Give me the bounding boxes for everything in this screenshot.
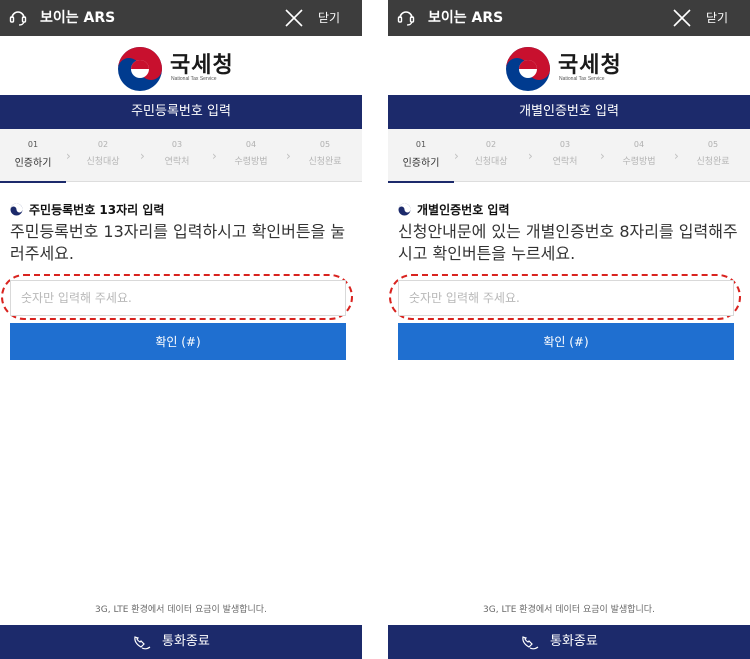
step-number: 02 [97,140,109,149]
headset-icon [397,11,415,26]
step-2: 02 신청대상 [74,129,132,182]
logo-subtitle: National Tax Service [171,76,217,82]
data-charge-notice: 3G, LTE 환경에서 데이터 요금이 발생합니다. [483,605,655,615]
chevron-right-icon: › [66,149,71,163]
step-3: 03 연락처 [536,129,594,182]
page-title: 주민등록번호 입력 [0,95,362,129]
step-3: 03 연락처 [148,129,206,182]
step-number: 05 [707,140,719,149]
confirm-button[interactable]: 확인 (#) [10,323,346,360]
government-emblem-icon [506,47,550,91]
chevron-right-icon: › [140,149,145,163]
step-indicator: 01 인증하기 › 02 신청대상 › 03 연락처 › 04 수령방법 › 0… [388,129,750,183]
step-2: 02 신청대상 [462,129,520,182]
page-title: 개별인증번호 입력 [388,95,750,129]
ars-screen-right: 보이는 ARS 닫기 국세청 National Tax Service 개별인증… [388,0,750,659]
confirm-button[interactable]: 확인 (#) [398,323,734,360]
step-number: 01 [27,140,39,149]
end-call-button[interactable]: 통화종료 [388,625,750,659]
logo-area: 국세청 National Tax Service [388,36,750,95]
data-charge-notice: 3G, LTE 환경에서 데이터 요금이 발생합니다. [95,605,267,615]
section-heading: 개별인증번호 입력 [398,201,743,217]
active-step-underline [0,181,66,183]
number-input[interactable] [398,280,734,316]
chevron-right-icon: › [286,149,291,163]
step-label: 수령방법 [622,157,656,167]
step-number: 04 [245,140,257,149]
step-1: 01 인증하기 [388,129,454,183]
heading-text: 개별인증번호 입력 [417,203,510,217]
chevron-right-icon: › [528,149,533,163]
chevron-right-icon: › [212,149,217,163]
active-step-underline [388,181,454,183]
instruction-text: 주민등록번호 13자리를 입력하시고 확인버튼을 눌러주세요. [10,222,346,263]
ars-screen-left: 보이는 ARS 닫기 국세청 National Tax Service 주민등록… [0,0,362,659]
step-label: 연락처 [164,157,190,167]
close-icon[interactable] [671,7,693,29]
step-number: 03 [559,140,571,149]
step-1: 01 인증하기 [0,129,66,183]
step-5: 05 신청완료 [294,129,356,182]
step-label: 신청완료 [696,157,730,167]
close-icon[interactable] [283,7,305,29]
top-bar: 보이는 ARS 닫기 [0,0,362,36]
top-bar: 보이는 ARS 닫기 [388,0,750,36]
instruction-text: 신청안내문에 있는 개별인증번호 8자리를 입력해주시고 확인버튼을 누르세요. [398,222,738,263]
section-heading: 주민등록번호 13자리 입력 [10,201,355,217]
chevron-right-icon: › [674,149,679,163]
step-label: 연락처 [552,157,578,167]
app-title: 보이는 ARS [40,10,116,26]
end-call-icon [522,636,539,650]
heading-text: 주민등록번호 13자리 입력 [29,203,165,217]
step-indicator: 01 인증하기 › 02 신청대상 › 03 연락처 › 04 수령방법 › 0… [0,129,362,183]
step-4: 04 수령방법 [220,129,282,182]
end-call-label: 통화종료 [162,634,210,649]
step-number: 05 [319,140,331,149]
logo-name: 국세청 [558,53,622,78]
end-call-button[interactable]: 통화종료 [0,625,362,659]
close-button[interactable]: 닫기 [318,0,340,36]
step-4: 04 수령방법 [608,129,670,182]
headset-icon [9,11,27,26]
step-label: 인증하기 [402,158,440,169]
chevron-right-icon: › [454,149,459,163]
government-emblem-icon [118,47,162,91]
step-label: 신청완료 [308,157,342,167]
step-number: 04 [633,140,645,149]
step-5: 05 신청완료 [682,129,744,182]
logo-area: 국세청 National Tax Service [0,36,362,95]
step-label: 신청대상 [86,157,120,167]
bullet-emblem-icon [10,203,23,216]
end-call-label: 통화종료 [550,634,598,649]
step-label: 수령방법 [234,157,268,167]
number-input[interactable] [10,280,346,316]
logo-subtitle: National Tax Service [559,76,605,82]
step-label: 인증하기 [14,158,52,169]
close-button[interactable]: 닫기 [706,0,728,36]
step-label: 신청대상 [474,157,508,167]
app-title: 보이는 ARS [428,10,504,26]
step-number: 01 [415,140,427,149]
step-number: 03 [171,140,183,149]
chevron-right-icon: › [600,149,605,163]
end-call-icon [134,636,151,650]
bullet-emblem-icon [398,203,411,216]
logo-name: 국세청 [170,53,234,78]
step-number: 02 [485,140,497,149]
